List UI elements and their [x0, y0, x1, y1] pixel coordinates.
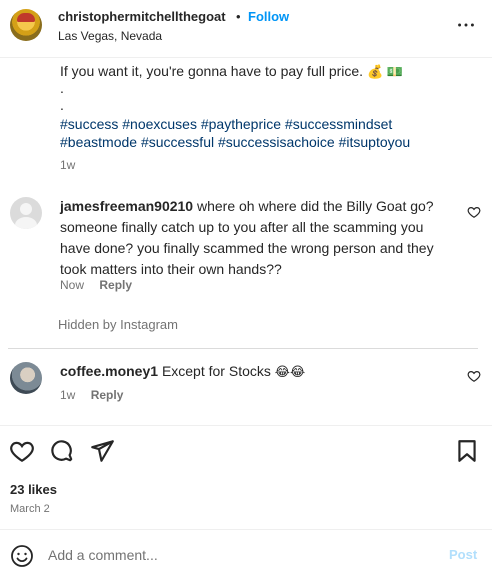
post-date[interactable]: March 2 — [10, 503, 50, 515]
comment-meta: Now Reply — [60, 278, 132, 292]
like-heart-icon[interactable] — [9, 438, 35, 464]
add-comment-bar: Post — [0, 529, 492, 576]
caption-emojis: 💰 💵 — [366, 64, 403, 79]
comment-username[interactable]: coffee.money1 — [60, 363, 158, 379]
caption-timestamp[interactable]: 1w — [60, 158, 75, 172]
comment-emojis: 😂😂 — [274, 364, 306, 379]
caption-body: If you want it, you're gonna have to pay… — [60, 63, 364, 79]
caption-hashtags[interactable]: #beastmode #successful #successisachoice… — [60, 134, 410, 150]
comment-bubble-icon[interactable] — [49, 438, 75, 464]
caption-text: If you want it, you're gonna have to pay… — [60, 63, 403, 80]
caption-hashtags[interactable]: #success #noexcuses #paytheprice #succes… — [60, 116, 392, 132]
comment-timestamp[interactable]: 1w — [60, 388, 75, 402]
comment-text: jamesfreeman90210 where oh where did the… — [60, 196, 455, 280]
divider — [8, 348, 478, 349]
post-location[interactable]: Las Vegas, Nevada — [58, 29, 162, 43]
author-avatar[interactable] — [10, 9, 42, 41]
caption-dot: . — [60, 80, 64, 96]
like-comment-heart-icon[interactable] — [467, 369, 481, 383]
comment-body: Except for Stocks — [161, 363, 271, 379]
author-username[interactable]: christophermitchellthegoat — [58, 9, 226, 24]
header-separator: • — [236, 9, 241, 24]
more-horizontal-icon[interactable] — [455, 14, 477, 36]
caption-dot: . — [60, 97, 64, 113]
hidden-comments-notice[interactable]: Hidden by Instagram — [58, 317, 178, 332]
post-actions: 23 likes March 2 — [0, 425, 492, 529]
post-button[interactable]: Post — [449, 547, 477, 562]
comment-timestamp[interactable]: Now — [60, 278, 84, 292]
follow-button[interactable]: Follow — [248, 9, 289, 24]
emoji-smiley-icon[interactable] — [10, 544, 34, 568]
comment-meta: 1w Reply — [60, 388, 123, 402]
save-bookmark-icon[interactable] — [454, 438, 480, 464]
commenter-avatar[interactable] — [10, 197, 42, 229]
comment-text: coffee.money1 Except for Stocks 😂😂 — [60, 361, 455, 382]
post-header: christophermitchellthegoat • Follow Las … — [0, 0, 492, 58]
comment-input[interactable] — [48, 543, 428, 567]
comment-username[interactable]: jamesfreeman90210 — [60, 198, 193, 214]
reply-button[interactable]: Reply — [99, 278, 132, 292]
reply-button[interactable]: Reply — [91, 388, 124, 402]
likes-count[interactable]: 23 likes — [10, 482, 57, 497]
like-comment-heart-icon[interactable] — [467, 205, 481, 219]
commenter-avatar[interactable] — [10, 362, 42, 394]
share-paper-plane-icon[interactable] — [89, 438, 115, 464]
